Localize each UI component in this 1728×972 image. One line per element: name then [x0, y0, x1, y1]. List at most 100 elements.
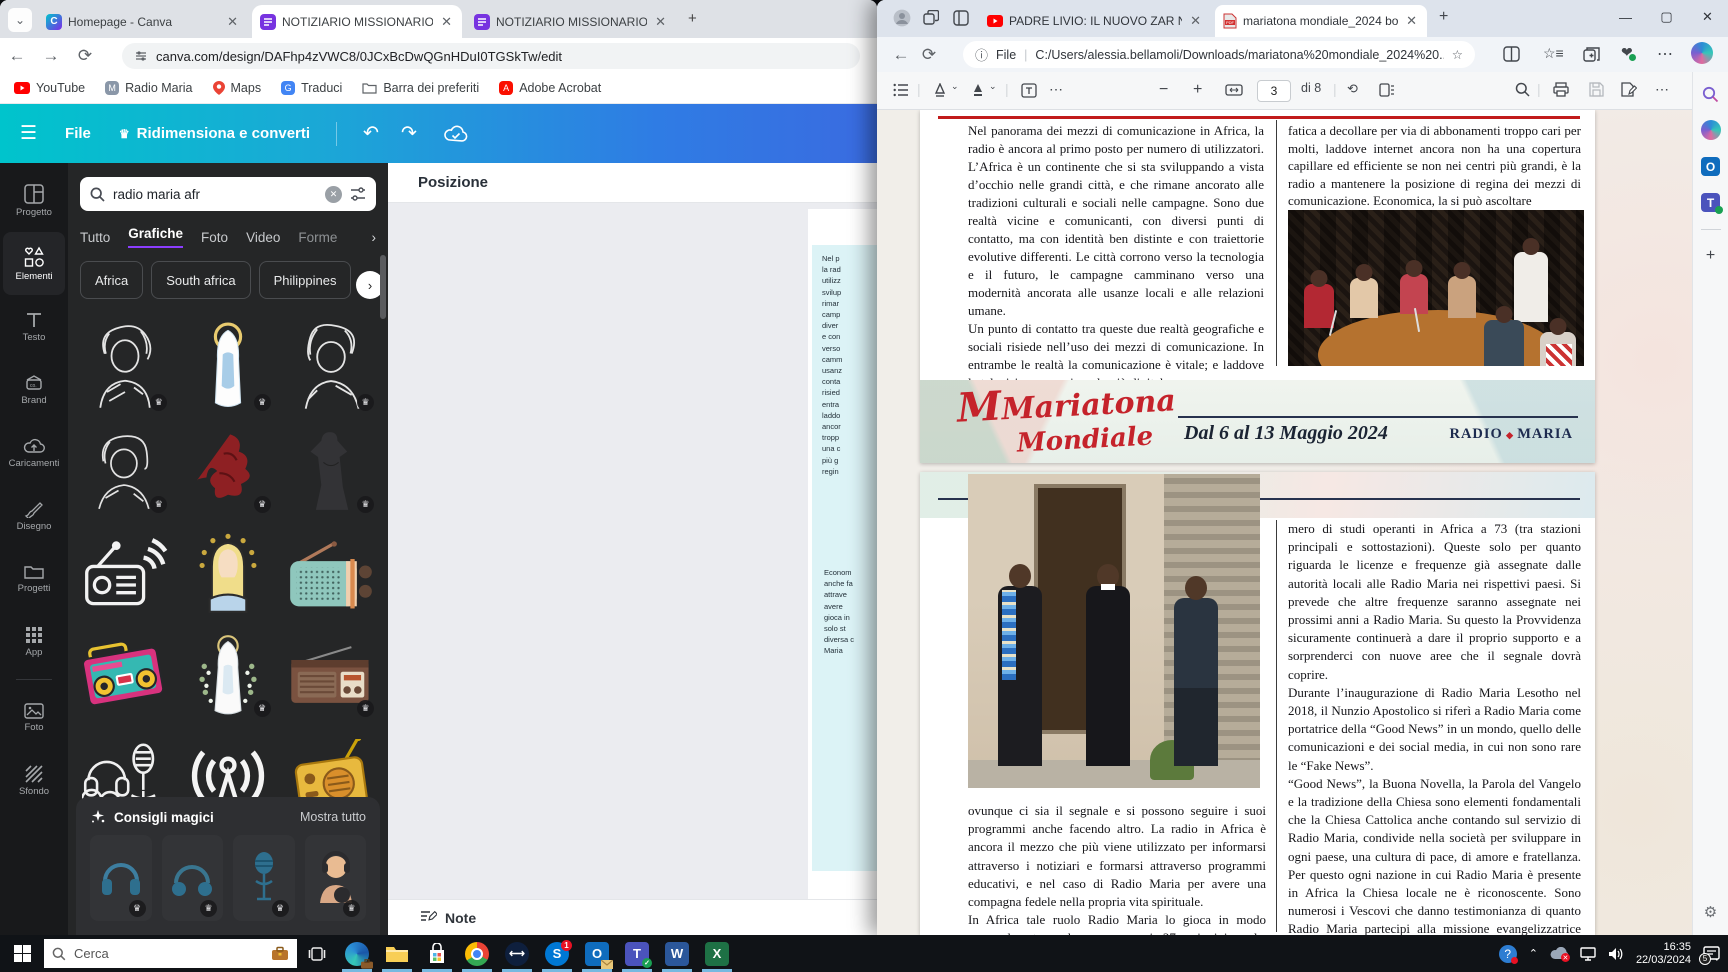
get-help-icon[interactable]: ? — [1498, 944, 1518, 964]
bookmark-traduci[interactable]: G Traduci — [281, 81, 342, 95]
graphic-dark-statue-figure[interactable]: ♛ — [283, 425, 380, 517]
tab-tutto[interactable]: Tutto — [80, 230, 110, 245]
magic-item-blue-headphones-1[interactable]: ♛ — [90, 835, 152, 921]
save-as-icon[interactable] — [1621, 82, 1637, 97]
taskbar-teamviewer-icon[interactable]: ⟷ — [497, 935, 537, 972]
design-page[interactable]: Nel p la rad utilizz svilup rimar camp diver e … — [808, 209, 877, 899]
sidebar-add-icon[interactable]: + — [1706, 247, 1715, 265]
show-all-link[interactable]: Mostra tutto — [300, 810, 366, 824]
graphic-woman-portrait-sketch-2[interactable]: ♛ — [283, 315, 380, 415]
tab-grafiche[interactable]: Grafiche — [128, 226, 184, 248]
taskbar-outlook-icon[interactable]: O — [577, 935, 617, 972]
graphic-teal-retro-radio[interactable] — [283, 527, 380, 619]
back-icon[interactable]: ← — [0, 46, 34, 66]
tab-forme[interactable]: Forme — [298, 230, 337, 245]
clear-search-icon[interactable]: ✕ — [325, 185, 342, 203]
sidebar-item-foto[interactable]: Foto — [0, 686, 68, 749]
sidebar-teams-icon[interactable]: T — [1701, 193, 1723, 214]
resize-convert-button[interactable]: ♛ Ridimensiona e converti — [119, 125, 310, 142]
bookmark-folder-preferiti[interactable]: Barra dei preferiti — [362, 81, 479, 95]
forward-icon[interactable]: → — [34, 46, 68, 66]
sidebar-item-brand[interactable]: co. Brand — [0, 358, 68, 421]
pdf-more-icon[interactable]: ⋯ — [1655, 81, 1670, 98]
panel-scrollbar[interactable] — [380, 255, 386, 319]
copilot-icon[interactable] — [1691, 42, 1713, 64]
sidebar-search-icon[interactable] — [1702, 86, 1719, 103]
note-bar[interactable]: Note — [388, 899, 877, 935]
page-number-input[interactable]: 3 — [1257, 80, 1291, 102]
filter-chip[interactable]: South africa — [151, 261, 251, 299]
chrome-tab-notiziario-per[interactable]: NOTIZIARIO MISSIONARIO PER ✕ — [466, 5, 676, 38]
filter-chip[interactable]: Africa — [80, 261, 144, 299]
graphic-woman-portrait-sketch-3[interactable]: ♛ — [76, 425, 173, 517]
bookmark-adobe-acrobat[interactable]: A Adobe Acrobat — [499, 81, 601, 95]
more-tools-icon[interactable]: ⋯ — [1049, 81, 1064, 98]
new-tab-icon[interactable]: + — [1439, 8, 1448, 26]
magic-item-blue-microphone[interactable]: ♛ — [233, 835, 295, 921]
favorite-star-icon[interactable]: ☆ — [1452, 47, 1463, 62]
graphic-colorful-boombox[interactable] — [76, 629, 173, 721]
taskbar-teams-icon[interactable]: T ✓ — [617, 935, 657, 972]
close-tab-icon[interactable]: ✕ — [1404, 13, 1419, 29]
undo-icon[interactable]: ↶ — [363, 122, 379, 145]
profile-icon[interactable] — [893, 9, 911, 27]
start-button[interactable] — [0, 935, 44, 972]
highlighter-dropdown-icon[interactable]: ⌄ — [989, 81, 997, 92]
bookmark-maps[interactable]: Maps — [212, 81, 261, 95]
tab-actions-icon[interactable] — [953, 10, 969, 26]
taskbar-microsoft-store-icon[interactable] — [417, 935, 457, 972]
sidebar-item-sfondo[interactable]: Sfondo — [0, 749, 68, 812]
site-info-icon[interactable] — [134, 49, 148, 63]
add-text-icon[interactable] — [1021, 83, 1037, 98]
toc-icon[interactable] — [893, 83, 909, 97]
sidebar-settings-gear-icon[interactable]: ⚙ — [1704, 903, 1717, 921]
volume-icon[interactable] — [1608, 947, 1624, 961]
graphic-virgin-mary-cartoon[interactable] — [179, 527, 276, 619]
minimize-button[interactable]: — — [1605, 0, 1646, 34]
sidebar-item-progetti[interactable]: Progetti — [0, 547, 68, 610]
search-document-icon[interactable] — [1515, 82, 1530, 97]
chrome-tab-home-canva[interactable]: C Homepage - Canva ✕ — [38, 5, 248, 38]
info-icon[interactable]: ⓘ — [975, 45, 988, 64]
search-input[interactable]: radio maria afr ✕ — [80, 177, 376, 211]
back-icon[interactable]: ← — [887, 45, 915, 65]
tab-search-icon[interactable]: ⌄ — [8, 8, 32, 32]
pen-tool-icon[interactable] — [933, 83, 947, 98]
design-text-box[interactable]: Nel p la rad utilizz svilup rimar camp diver e … — [812, 245, 877, 871]
taskbar-clock[interactable]: 16:35 22/03/2024 — [1636, 941, 1691, 967]
tabs-overflow-chevron-icon[interactable]: › — [372, 230, 377, 245]
redo-icon[interactable]: ↷ — [401, 122, 417, 145]
browser-essentials-icon[interactable]: ❤ — [1621, 44, 1636, 61]
tab-video[interactable]: Video — [246, 230, 280, 245]
filter-icon[interactable] — [350, 187, 366, 201]
action-center-icon[interactable]: 5 — [1699, 945, 1720, 965]
graphic-virgin-mary-figure[interactable]: ♛ — [179, 315, 276, 415]
taskbar-word-icon[interactable]: W — [657, 935, 697, 972]
filter-chip[interactable]: Philippines — [258, 261, 352, 299]
tab-foto[interactable]: Foto — [201, 230, 228, 245]
close-tab-icon[interactable]: ✕ — [225, 14, 240, 30]
magic-item-person-headphones[interactable]: ♛ — [304, 835, 366, 921]
chrome-tab-notiziario-afr[interactable]: NOTIZIARIO MISSIONARIO AFR ✕ — [252, 5, 462, 38]
close-tab-icon[interactable]: ✕ — [1188, 13, 1203, 29]
hidden-icons-chevron[interactable]: ⌃ — [1529, 947, 1538, 960]
magic-item-blue-headphones-2[interactable]: ♛ — [161, 835, 223, 921]
sidebar-copilot-icon[interactable] — [1700, 120, 1721, 140]
close-button[interactable]: ✕ — [1687, 0, 1728, 34]
taskbar-edge-icon[interactable] — [337, 935, 377, 972]
edge-address-field[interactable]: ⓘ File | C:/Users/alessia.bellamoli/Down… — [963, 41, 1475, 68]
taskbar-chrome-icon[interactable] — [457, 935, 497, 972]
close-tab-icon[interactable]: ✕ — [439, 14, 454, 30]
settings-more-icon[interactable]: ⋯ — [1657, 44, 1674, 64]
maximize-button[interactable]: ▢ — [1646, 0, 1687, 34]
pdf-document-area[interactable]: Nel panorama dei mezzi di comunicazione … — [877, 110, 1692, 935]
sync-error-icon[interactable]: ✕ — [1550, 947, 1570, 962]
file-menu[interactable]: File — [65, 125, 91, 142]
sidebar-item-progetto[interactable]: Progetto — [0, 169, 68, 232]
new-tab-icon[interactable]: + — [688, 10, 697, 27]
menu-hamburger-icon[interactable]: ☰ — [20, 122, 37, 145]
rotate-icon[interactable]: ⟲ — [1347, 81, 1358, 97]
split-screen-icon[interactable] — [1503, 46, 1520, 62]
collections-icon[interactable] — [1583, 46, 1600, 62]
close-tab-icon[interactable]: ✕ — [653, 14, 668, 30]
